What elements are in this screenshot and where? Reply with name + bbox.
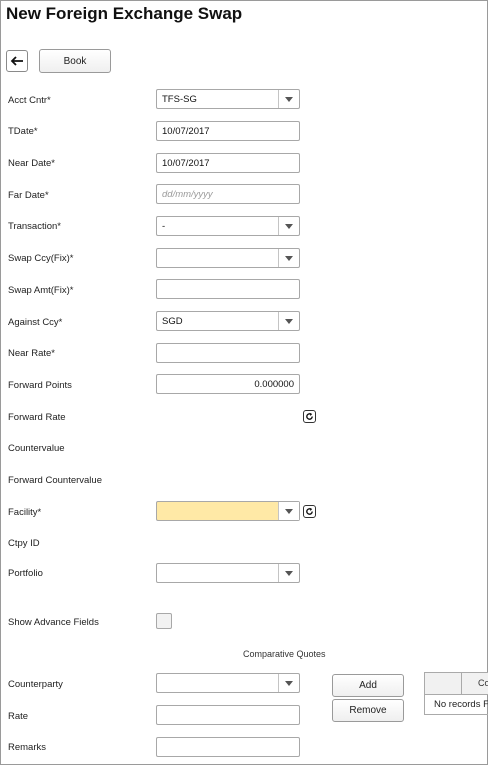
against-ccy-dropdown[interactable]: SGD (156, 311, 300, 331)
forward-points-label: Forward Points (8, 380, 72, 391)
portfolio-dropdown[interactable] (156, 563, 300, 583)
forward-rate-refresh-button[interactable] (303, 410, 316, 423)
countervalue-label: Countervalue (8, 443, 65, 454)
far-date-label: Far Date* (8, 190, 49, 201)
acct-cntr-dropdown[interactable]: TFS-SG (156, 89, 300, 109)
chevron-down-icon[interactable] (278, 312, 299, 330)
quotes-grid-empty-text: No records F (424, 695, 488, 715)
swap-ccy-label: Swap Ccy(Fix)* (8, 253, 74, 264)
swap-amt-field[interactable] (156, 279, 300, 299)
acct-cntr-label: Acct Cntr* (8, 95, 51, 106)
chevron-down-icon[interactable] (278, 502, 299, 520)
far-date-field[interactable]: dd/mm/yyyy (156, 184, 300, 204)
facility-label: Facility* (8, 507, 42, 518)
back-button[interactable] (6, 50, 28, 72)
chevron-down-icon[interactable] (278, 564, 299, 582)
swap-amt-label: Swap Amt(Fix)* (8, 285, 74, 296)
near-date-label: Near Date* (8, 158, 55, 169)
forward-countervalue-label: Forward Countervalue (8, 475, 102, 486)
refresh-icon (306, 507, 313, 515)
grid-select-column-header[interactable] (425, 673, 462, 694)
add-button[interactable]: Add (332, 674, 404, 697)
facility-dropdown[interactable] (156, 501, 300, 521)
against-ccy-label: Against Ccy* (8, 317, 63, 328)
rate-label: Rate (8, 711, 29, 722)
acct-cntr-value: TFS-SG (162, 93, 197, 105)
arrow-left-icon (10, 56, 23, 66)
transaction-value: - (162, 220, 166, 232)
remarks-label: Remarks (8, 742, 47, 753)
counterparty-label: Counterparty (8, 679, 63, 690)
transaction-dropdown[interactable]: - (156, 216, 300, 236)
counterparty-dropdown[interactable] (156, 673, 300, 693)
against-ccy-value: SGD (162, 315, 183, 327)
rate-field[interactable] (156, 705, 300, 725)
page-title: New Foreign Exchange Swap (6, 4, 243, 23)
forward-rate-label: Forward Rate (8, 412, 66, 423)
book-button[interactable]: Book (39, 49, 111, 73)
tdate-label: TDate* (8, 126, 38, 137)
remarks-field[interactable] (156, 737, 300, 757)
comparative-quotes-title: Comparative Quotes (243, 649, 326, 659)
show-advance-label: Show Advance Fields (8, 617, 99, 628)
chevron-down-icon[interactable] (278, 674, 299, 692)
tdate-field[interactable]: 10/07/2017 (156, 121, 300, 141)
refresh-icon (306, 412, 313, 420)
grid-column-header[interactable]: Co (478, 678, 488, 688)
near-rate-label: Near Rate* (8, 348, 55, 359)
facility-refresh-button[interactable] (303, 505, 316, 518)
near-rate-field[interactable] (156, 343, 300, 363)
show-advance-checkbox[interactable] (156, 613, 172, 629)
swap-ccy-dropdown[interactable] (156, 248, 300, 268)
near-date-field[interactable]: 10/07/2017 (156, 153, 300, 173)
forward-points-field[interactable]: 0.000000 (156, 374, 300, 394)
chevron-down-icon[interactable] (278, 249, 299, 267)
chevron-down-icon[interactable] (278, 90, 299, 108)
quotes-grid-header: Co (424, 672, 488, 695)
portfolio-label: Portfolio (8, 568, 43, 579)
remove-button[interactable]: Remove (332, 699, 404, 722)
ctpy-id-label: Ctpy ID (8, 538, 40, 549)
chevron-down-icon[interactable] (278, 217, 299, 235)
transaction-label: Transaction* (8, 221, 61, 232)
